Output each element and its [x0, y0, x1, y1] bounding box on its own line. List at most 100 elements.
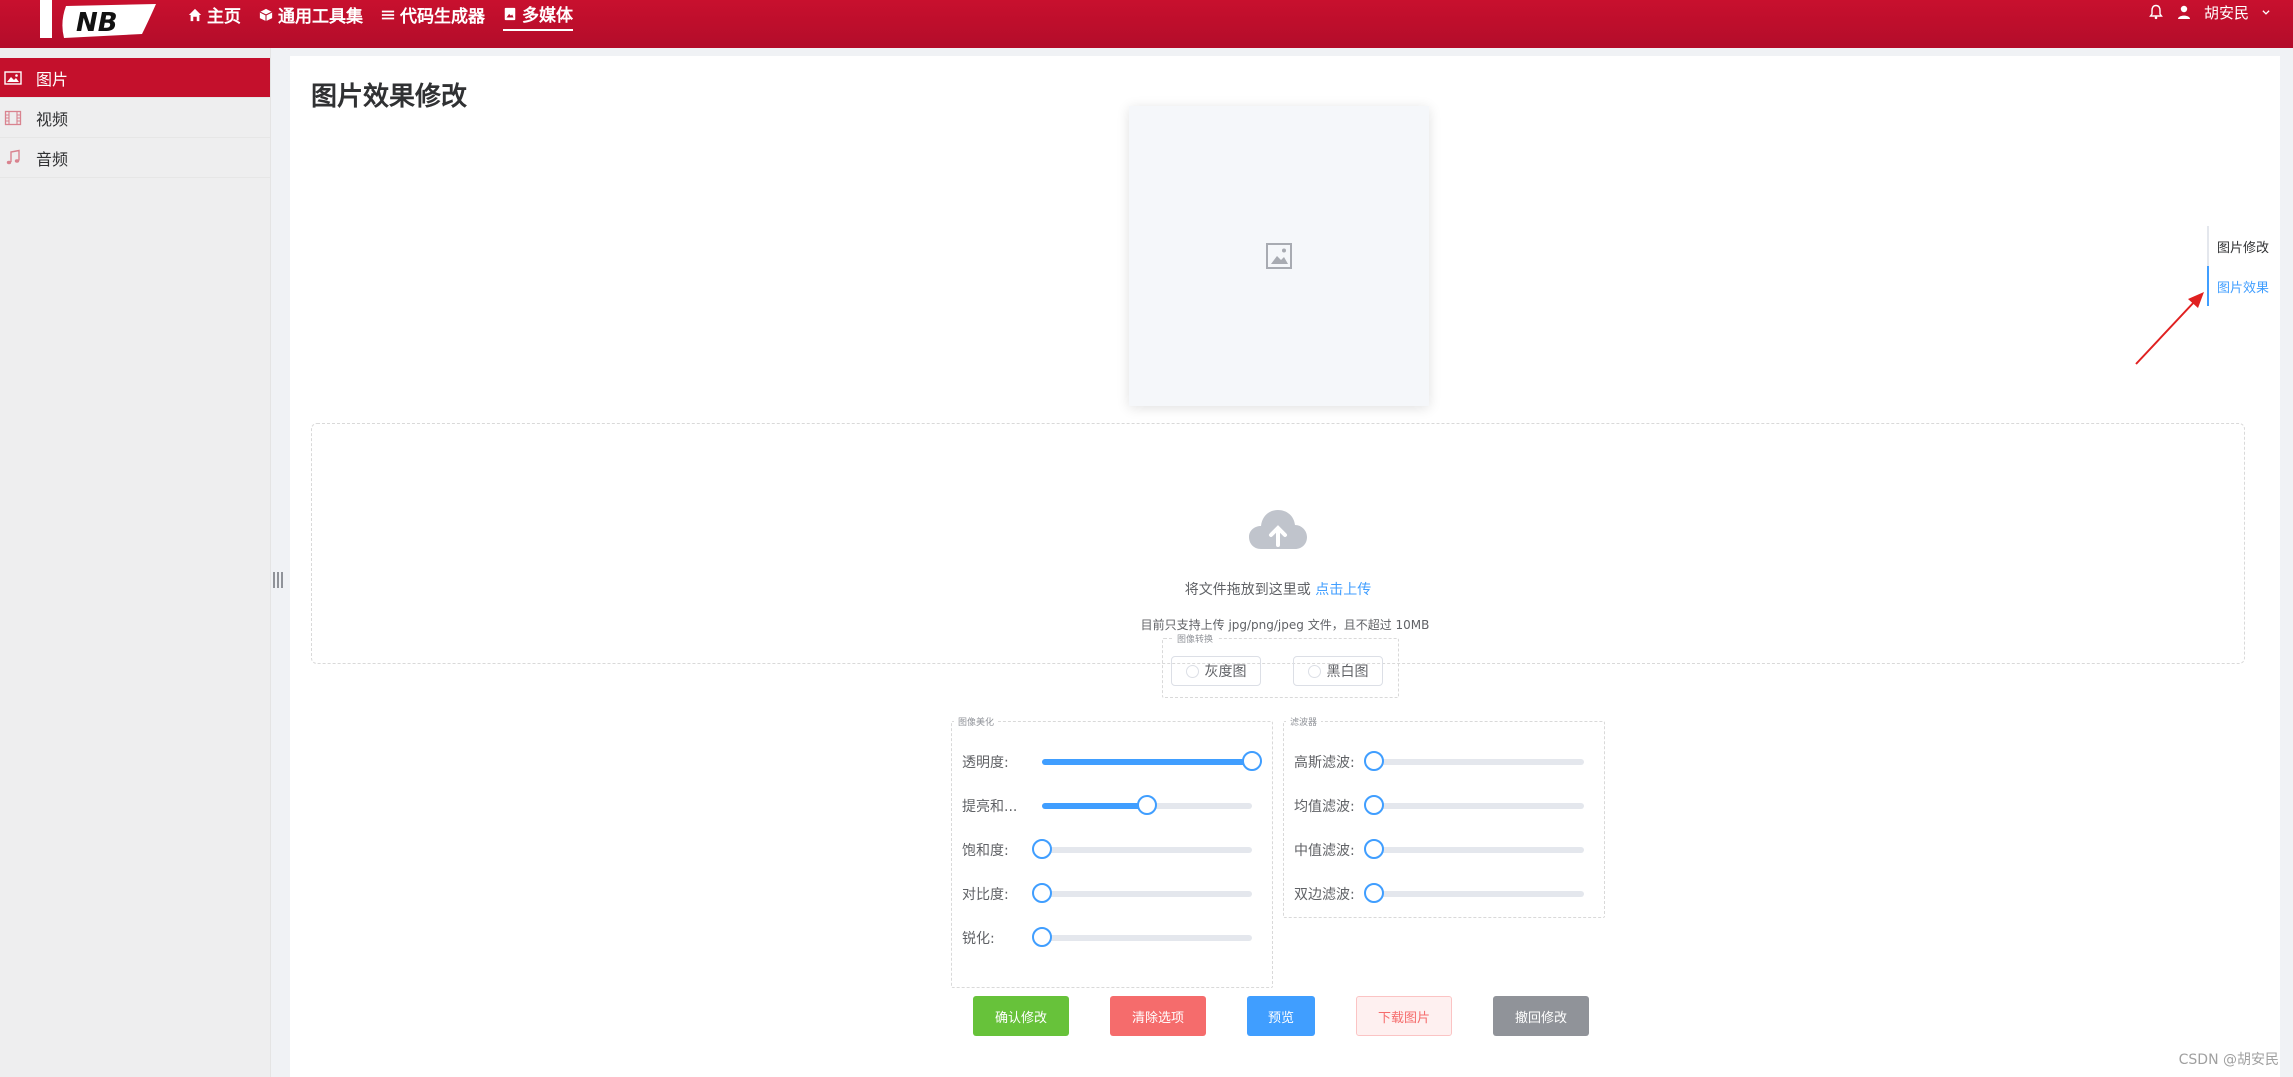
gaussian-slider[interactable] — [1364, 751, 1584, 771]
media-icon — [504, 7, 516, 20]
main-nav: 主页 通用工具集 代码生成器 多媒体 — [188, 0, 573, 32]
app-logo[interactable]: NB — [38, 0, 158, 40]
anchor-nav: 图片修改 图片效果 — [2207, 226, 2293, 306]
slider-thumb[interactable] — [1032, 839, 1052, 859]
home-icon — [188, 8, 202, 21]
slider-thumb[interactable] — [1032, 883, 1052, 903]
radio-circle — [1307, 664, 1321, 678]
red-arrow-annotation — [2135, 292, 2204, 365]
radio-circle — [1185, 664, 1199, 678]
action-buttons: 确认修改 清除选项 预览 下载图片 撤回修改 — [973, 996, 1589, 1036]
gaussian-label: 高斯滤波: — [1294, 755, 1355, 771]
blackwhite-option[interactable]: 黑白图 — [1293, 656, 1383, 686]
cube-icon — [259, 8, 273, 21]
filter-legend: 滤波器 — [1290, 718, 1318, 728]
image-placeholder-icon — [1266, 243, 1292, 269]
music-icon — [6, 149, 20, 164]
mean-slider[interactable] — [1364, 795, 1584, 815]
grayscale-option[interactable]: 灰度图 — [1171, 656, 1261, 686]
beauty-legend: 图像美化 — [958, 718, 995, 728]
convert-legend: 图像转换 — [1177, 635, 1214, 645]
sidebar-item-label: 图片 — [36, 69, 69, 89]
watermark: CSDN @胡安民 — [2178, 1052, 2279, 1068]
mean-slider-row: 均值滤波: — [1294, 795, 1594, 816]
slider-thumb[interactable] — [1242, 751, 1262, 771]
user-name[interactable]: 胡安民 — [2204, 2, 2249, 23]
image-icon — [4, 70, 22, 85]
sidebar-item-video[interactable]: 视频 — [0, 98, 270, 138]
clear-button[interactable]: 清除选项 — [1110, 996, 1206, 1036]
anchor-item-image-edit[interactable]: 图片修改 — [2209, 226, 2293, 266]
bell-icon[interactable] — [2148, 4, 2164, 20]
filter-group: 滤波器 高斯滤波: 均值滤波: 中值滤波: 双边滤波: — [1283, 715, 1605, 918]
sidebar-item-image[interactable]: 图片 — [0, 58, 270, 98]
slider-thumb[interactable] — [1032, 927, 1052, 947]
opacity-slider-row: 透明度: — [962, 751, 1262, 772]
sharpen-label: 锐化: — [962, 931, 995, 947]
slider-thumb[interactable] — [1364, 795, 1384, 815]
saturation-label: 饱和度: — [962, 843, 1009, 859]
preview-button[interactable]: 预览 — [1247, 996, 1315, 1036]
contrast-slider-row: 对比度: — [962, 883, 1262, 904]
slider-thumb[interactable] — [1364, 883, 1384, 903]
grayscale-label: 灰度图 — [1204, 664, 1247, 680]
median-slider-row: 中值滤波: — [1294, 839, 1594, 860]
saturation-slider-row: 饱和度: — [962, 839, 1262, 860]
nav-multimedia-label: 多媒体 — [522, 6, 573, 26]
bilateral-slider-row: 双边滤波: — [1294, 883, 1594, 904]
confirm-button[interactable]: 确认修改 — [973, 996, 1069, 1036]
upload-text: 将文件拖放到这里或 点击上传 — [1185, 579, 1371, 599]
main-content: 图片效果修改 将文件拖放到这里或 点击上传 目前只支持上传 jpg/png/jp… — [290, 56, 2280, 1077]
sharpen-slider[interactable] — [1032, 927, 1252, 947]
sharpen-slider-row: 锐化: — [962, 927, 1262, 948]
nav-home[interactable]: 主页 — [188, 2, 241, 30]
user-area: 胡安民 — [2148, 0, 2271, 24]
sidebar: 图片 视频 音频 — [0, 48, 271, 1077]
opacity-label: 透明度: — [962, 755, 1009, 771]
beauty-group: 图像美化 透明度: 提亮和... 饱和度: 对比度: 锐化: — [951, 715, 1273, 988]
top-navbar: NB 主页 通用工具集 代码生成器 多媒体 胡安民 — [0, 0, 2293, 48]
film-icon — [4, 110, 22, 125]
blackwhite-label: 黑白图 — [1326, 664, 1369, 680]
anchor-item-image-effect[interactable]: 图片效果 — [2207, 266, 2293, 306]
brightness-slider-row: 提亮和... — [962, 795, 1262, 816]
opacity-slider[interactable] — [1042, 751, 1262, 771]
logo-text: NB — [76, 8, 118, 38]
nav-codegen[interactable]: 代码生成器 — [381, 2, 485, 30]
nav-multimedia[interactable]: 多媒体 — [503, 1, 573, 31]
sidebar-item-audio[interactable]: 音频 — [0, 138, 270, 178]
upload-link[interactable]: 点击上传 — [1315, 582, 1371, 598]
brightness-label: 提亮和... — [962, 799, 1018, 815]
download-button[interactable]: 下载图片 — [1356, 996, 1452, 1036]
convert-group: 图像转换 灰度图 黑白图 — [1162, 632, 1399, 698]
mean-label: 均值滤波: — [1294, 799, 1355, 815]
slider-thumb[interactable] — [1364, 751, 1384, 771]
image-preview — [1129, 106, 1429, 406]
list-icon — [381, 10, 395, 19]
contrast-slider[interactable] — [1032, 883, 1252, 903]
contrast-label: 对比度: — [962, 887, 1009, 903]
slider-thumb[interactable] — [1137, 795, 1157, 815]
gaussian-slider-row: 高斯滤波: — [1294, 751, 1594, 772]
sidebar-item-label: 音频 — [36, 149, 69, 169]
nav-tools[interactable]: 通用工具集 — [259, 2, 363, 30]
revert-button[interactable]: 撤回修改 — [1493, 996, 1589, 1036]
user-icon — [2177, 5, 2190, 19]
chevron-down-icon[interactable] — [2261, 7, 2271, 17]
saturation-slider[interactable] — [1032, 839, 1252, 859]
cloud-upload-icon — [1249, 509, 1307, 549]
sidebar-collapse-handle[interactable] — [273, 572, 287, 590]
nav-codegen-label: 代码生成器 — [400, 7, 485, 27]
nav-tools-label: 通用工具集 — [278, 7, 363, 27]
bilateral-label: 双边滤波: — [1294, 887, 1355, 903]
sidebar-item-label: 视频 — [36, 109, 69, 129]
page-title: 图片效果修改 — [311, 82, 468, 112]
median-label: 中值滤波: — [1294, 843, 1355, 859]
brightness-slider[interactable] — [1042, 795, 1252, 815]
slider-thumb[interactable] — [1364, 839, 1384, 859]
bilateral-slider[interactable] — [1364, 883, 1584, 903]
upload-tip: 目前只支持上传 jpg/png/jpeg 文件，且不超过 10MB — [1140, 618, 1430, 632]
median-slider[interactable] — [1364, 839, 1584, 859]
upload-hint: 将文件拖放到这里或 — [1184, 581, 1316, 598]
nav-home-label: 主页 — [207, 7, 241, 27]
